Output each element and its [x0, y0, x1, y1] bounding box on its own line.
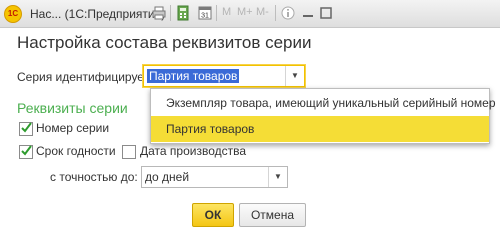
- precision-label: с точностью до:: [50, 170, 138, 184]
- window-title: Нас... (1С:Предприятие): [30, 7, 166, 21]
- toolbar-separator: [170, 5, 171, 21]
- checkmark-icon: [21, 122, 32, 133]
- series-dropdown-list: Экземпляр товара, имеющий уникальный сер…: [150, 88, 496, 144]
- series-identifies-label: Серия идентифицирует:: [17, 70, 153, 84]
- window-titlebar: 1С Нас... (1С:Предприятие) 31 M M+ M-: [0, 0, 500, 28]
- app-logo-icon: 1С: [4, 5, 22, 23]
- calendar-icon[interactable]: 31: [197, 5, 213, 21]
- dialog-heading: Настройка состава реквизитов серии: [17, 33, 312, 52]
- serial-number-label: Номер серии: [36, 121, 110, 135]
- info-icon[interactable]: [280, 5, 296, 21]
- dropdown-item-unique-instance[interactable]: Экземпляр товара, имеющий уникальный сер…: [151, 90, 496, 116]
- checkmark-icon: [21, 145, 32, 156]
- serial-number-checkbox[interactable]: [19, 122, 33, 136]
- minimize-icon[interactable]: [300, 5, 316, 21]
- production-date-checkbox[interactable]: [122, 145, 136, 159]
- series-identifies-value: Партия товаров: [147, 69, 240, 83]
- expiry-date-checkbox[interactable]: [19, 145, 33, 159]
- svg-text:31: 31: [201, 13, 209, 20]
- print-icon[interactable]: [151, 5, 167, 21]
- group-title: Реквизиты серии: [17, 100, 128, 116]
- production-date-label: Дата производства: [140, 144, 247, 158]
- maximize-icon[interactable]: [318, 5, 334, 21]
- series-identifies-select[interactable]: Партия товаров ▼: [143, 65, 305, 87]
- calculator-icon[interactable]: [175, 5, 191, 21]
- chevron-down-icon[interactable]: ▼: [285, 66, 304, 86]
- memory-minus-button[interactable]: M-: [256, 6, 269, 18]
- precision-select[interactable]: до дней ▼: [141, 166, 288, 188]
- memory-plus-button[interactable]: M+: [237, 6, 253, 18]
- memory-button[interactable]: M: [222, 6, 231, 18]
- toolbar-separator: [275, 5, 276, 21]
- precision-value: до дней: [145, 170, 190, 184]
- expiry-date-label: Срок годности: [36, 144, 116, 158]
- cancel-button[interactable]: Отмена: [239, 203, 306, 227]
- toolbar-separator: [216, 5, 217, 21]
- dropdown-item-batch[interactable]: Партия товаров: [151, 116, 489, 142]
- chevron-down-icon[interactable]: ▼: [268, 167, 287, 187]
- ok-button[interactable]: ОК: [192, 203, 234, 227]
